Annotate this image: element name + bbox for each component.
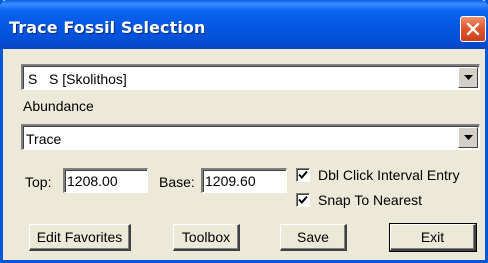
top-field[interactable] bbox=[63, 168, 148, 193]
toolbox-button[interactable]: Toolbox bbox=[173, 224, 240, 251]
edit-favorites-button[interactable]: Edit Favorites bbox=[29, 224, 131, 251]
snap-to-nearest-label: Snap To Nearest bbox=[318, 192, 423, 208]
snap-to-nearest-checkbox[interactable] bbox=[296, 193, 310, 207]
base-field[interactable] bbox=[201, 168, 287, 193]
save-button[interactable]: Save bbox=[280, 224, 347, 251]
fossil-type-value: S S [Skolithos] bbox=[28, 71, 127, 87]
fossil-type-select[interactable]: S S [Skolithos] bbox=[21, 64, 480, 90]
fossil-type-dropdown-button[interactable] bbox=[458, 67, 478, 88]
dbl-click-interval-option[interactable]: Dbl Click Interval Entry bbox=[296, 167, 482, 184]
chevron-down-icon bbox=[464, 75, 473, 80]
exit-button[interactable]: Exit bbox=[389, 223, 477, 252]
base-input[interactable] bbox=[205, 172, 282, 190]
window-title: Trace Fossil Selection bbox=[9, 18, 206, 37]
dbl-click-interval-label: Dbl Click Interval Entry bbox=[318, 167, 460, 183]
close-icon bbox=[466, 22, 480, 36]
abundance-value: Trace bbox=[26, 131, 62, 147]
trace-fossil-dialog: Trace Fossil Selection S S [Skolithos] A… bbox=[0, 0, 488, 263]
snap-to-nearest-option[interactable]: Snap To Nearest bbox=[296, 192, 482, 209]
abundance-dropdown-button[interactable] bbox=[458, 127, 478, 148]
title-bar[interactable]: Trace Fossil Selection bbox=[0, 0, 488, 49]
top-input[interactable] bbox=[67, 172, 143, 190]
checkmark-icon bbox=[298, 170, 308, 179]
abundance-select[interactable]: Trace bbox=[21, 124, 480, 150]
abundance-label: Abundance bbox=[23, 98, 94, 114]
base-label: Base: bbox=[159, 174, 195, 190]
top-label: Top: bbox=[25, 174, 52, 190]
chevron-down-icon bbox=[464, 135, 473, 140]
dbl-click-interval-checkbox[interactable] bbox=[296, 168, 310, 182]
close-button[interactable] bbox=[460, 16, 486, 42]
checkmark-icon bbox=[298, 195, 308, 204]
